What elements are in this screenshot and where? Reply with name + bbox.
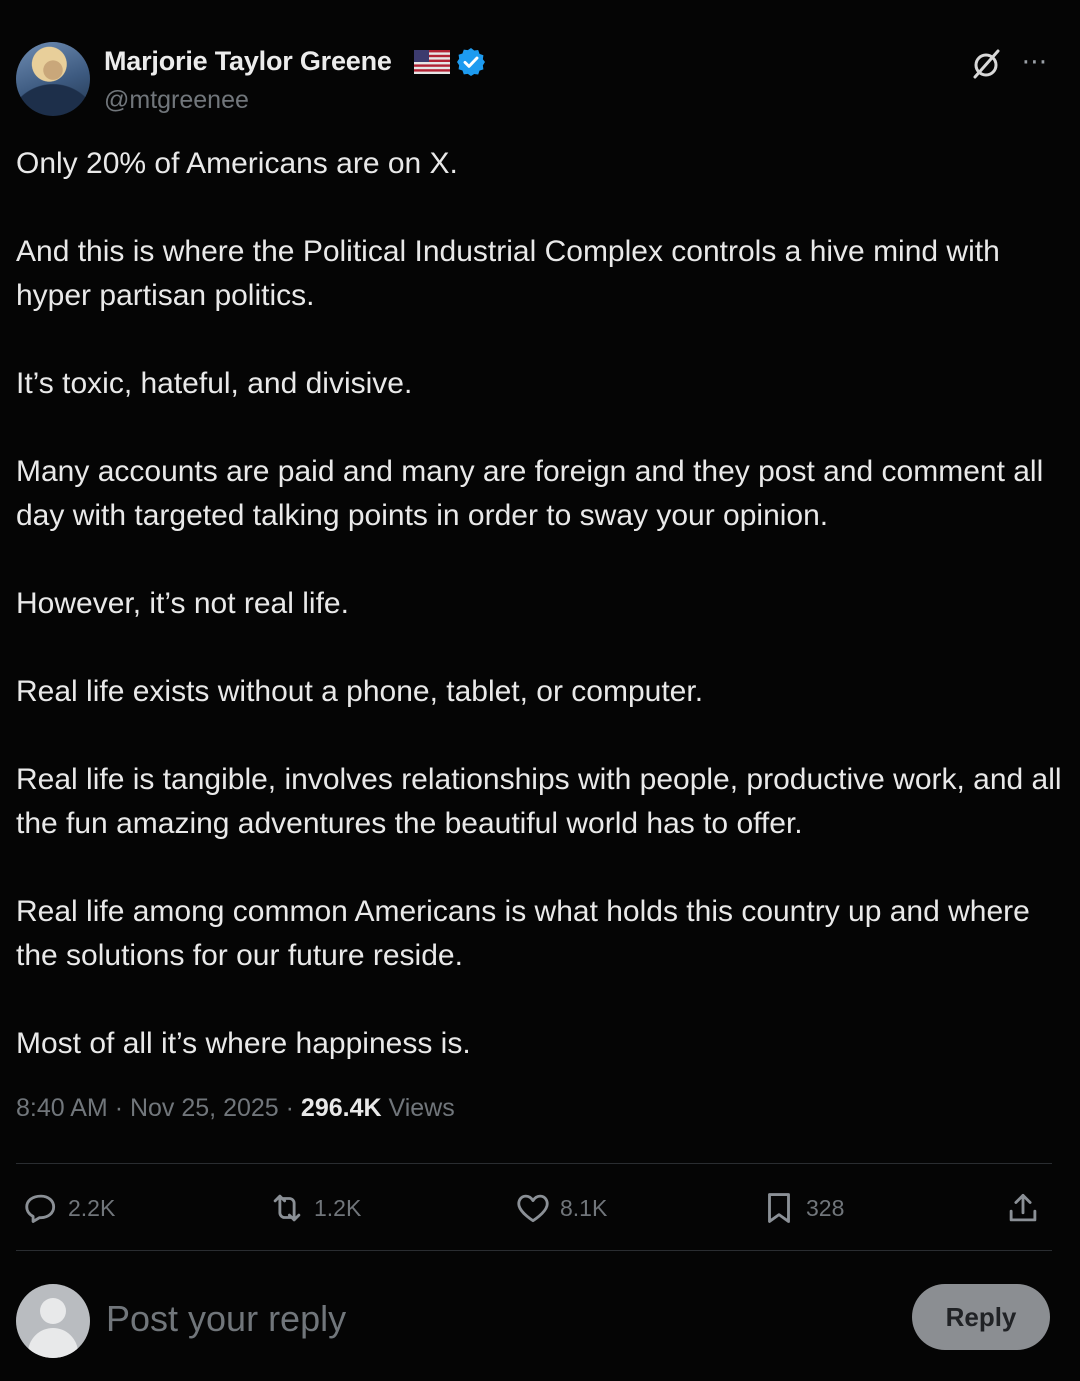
divider: [16, 1163, 1052, 1164]
reply-count: 2.2K: [68, 1194, 116, 1221]
avatar-shoulders-shape: [28, 1328, 78, 1358]
reply-action-button[interactable]: 2.2K: [22, 1188, 115, 1228]
divider: [16, 1250, 1052, 1251]
tweet-date[interactable]: Nov 25, 2025: [130, 1094, 279, 1122]
repost-count: 1.2K: [314, 1194, 362, 1221]
repost-icon: [273, 1194, 301, 1222]
views-count: 296.4K: [300, 1094, 382, 1122]
meta-separator: ·: [285, 1094, 301, 1122]
share-action-button[interactable]: [1004, 1188, 1042, 1228]
reply-button[interactable]: Reply: [912, 1284, 1050, 1350]
avatar-head-shape: [40, 1298, 66, 1324]
verified-badge-icon[interactable]: [455, 46, 487, 78]
tweet-page: Marjorie Taylor Greene @mtgreenee ⋯ Only…: [0, 0, 1080, 1381]
author-avatar[interactable]: [16, 42, 90, 116]
tweet-text: Only 20% of Americans are on X. And this…: [16, 142, 1066, 1110]
tweet-paragraph: Real life among common Americans is what…: [16, 895, 1030, 972]
author-handle[interactable]: @mtgreenee: [104, 86, 249, 115]
like-count: 8.1K: [560, 1194, 608, 1221]
reply-input[interactable]: [106, 1294, 866, 1344]
bookmark-action-button[interactable]: 328: [760, 1188, 844, 1228]
tweet-paragraph: Most of all it’s where happiness is.: [16, 1027, 471, 1060]
bookmark-count: 328: [806, 1194, 845, 1221]
repost-action-button[interactable]: 1.2K: [268, 1188, 361, 1228]
share-icon: [1009, 1193, 1037, 1222]
tweet-paragraph: Real life is tangible, involves relation…: [16, 763, 1062, 840]
tweet-time[interactable]: 8:40 AM: [16, 1094, 108, 1122]
tweet-paragraph: Real life exists without a phone, tablet…: [16, 675, 704, 708]
tweet-paragraph: Many accounts are paid and many are fore…: [16, 455, 1044, 532]
like-action-button[interactable]: 8.1K: [514, 1188, 607, 1228]
reply-icon: [25, 1194, 56, 1223]
tweet-paragraph: And this is where the Political Industri…: [16, 235, 1000, 312]
meta-separator: ·: [114, 1094, 130, 1122]
us-flag-icon: [414, 50, 450, 74]
grok-icon[interactable]: [968, 46, 1004, 82]
bookmark-icon: [768, 1193, 790, 1223]
heart-icon: [517, 1194, 549, 1223]
tweet-paragraph: It’s toxic, hateful, and divisive.: [16, 367, 413, 400]
more-icon[interactable]: ⋯: [1018, 46, 1052, 76]
author-display-name[interactable]: Marjorie Taylor Greene: [104, 46, 392, 77]
tweet-paragraph: Only 20% of Americans are on X.: [16, 147, 458, 180]
tweet-paragraph: However, it’s not real life.: [16, 587, 349, 620]
views-label: Views: [388, 1094, 455, 1122]
tweet-meta: 8:40 AM · Nov 25, 2025 · 296.4K Views: [16, 1094, 455, 1123]
user-avatar[interactable]: [16, 1284, 90, 1358]
